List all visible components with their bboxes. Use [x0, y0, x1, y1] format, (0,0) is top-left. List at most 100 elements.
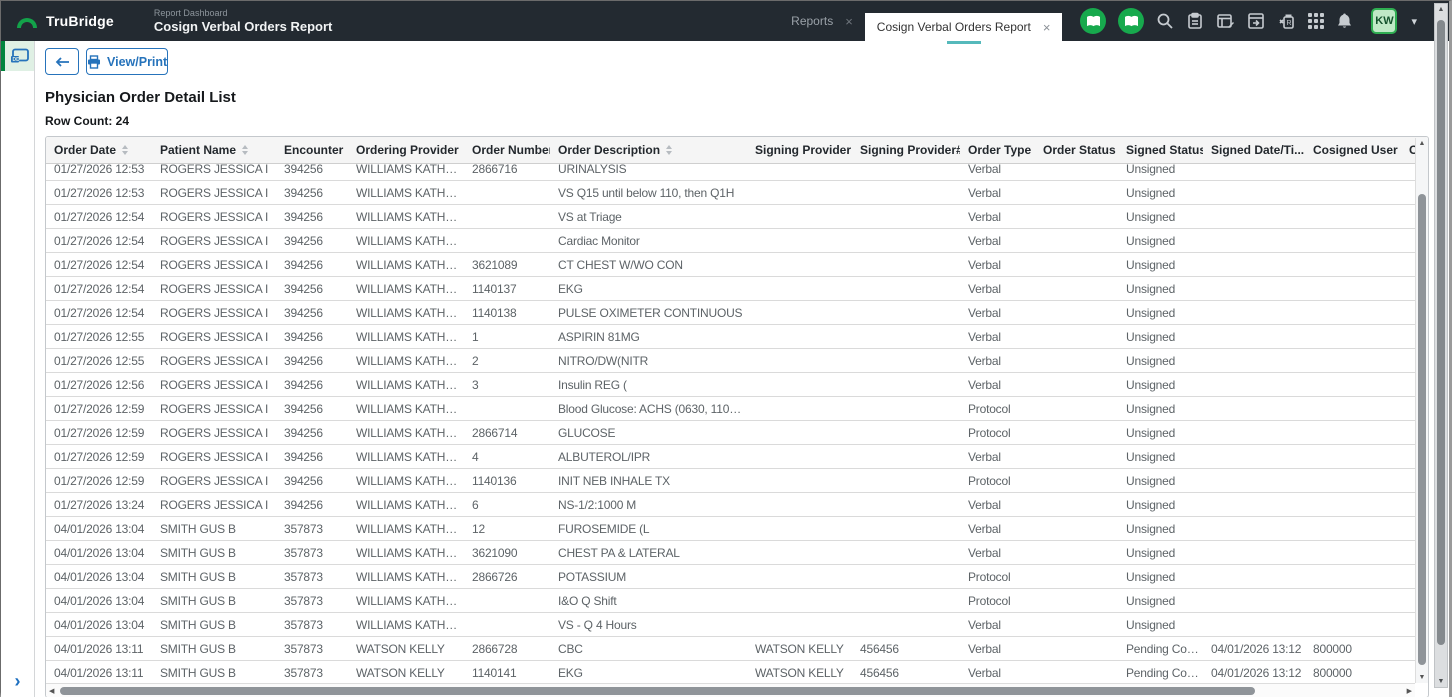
- table-row[interactable]: 01/27/2026 12:53 ROGERS JESSICA I 394256 WI…: [46, 164, 1415, 181]
- table-row[interactable]: 04/01/2026 13:11 SMITH GUS B 357873 WATSON …: [46, 661, 1415, 683]
- table-row[interactable]: 01/27/2026 12:55 ROGERS JESSICA I 394256 WI…: [46, 325, 1415, 349]
- cell-description: Insulin REG (: [558, 377, 627, 392]
- cell-patient: SMITH GUS B: [160, 521, 236, 536]
- cell-patient: ROGERS JESSICA I: [160, 353, 269, 368]
- scroll-down-icon[interactable]: ▼: [1416, 674, 1428, 681]
- apps-grid-icon[interactable]: [1308, 13, 1325, 29]
- cell-description: CHEST PA & LATERAL: [558, 545, 680, 560]
- column-header-signed_date[interactable]: Signed Date/Ti...: [1203, 137, 1305, 163]
- cell-patient: ROGERS JESSICA I: [160, 497, 269, 512]
- table-row[interactable]: 01/27/2026 12:54 ROGERS JESSICA I 394256 WI…: [46, 301, 1415, 325]
- clipboard-icon[interactable]: [1186, 12, 1204, 30]
- table-row[interactable]: 01/27/2026 12:59 ROGERS JESSICA I 394256 WI…: [46, 421, 1415, 445]
- cell-encounter: 394256: [284, 329, 323, 344]
- column-header-signed[interactable]: Signed Status: [1118, 137, 1203, 163]
- library-icon[interactable]: [1080, 8, 1107, 34]
- scroll-up-icon[interactable]: ▲: [1435, 6, 1447, 13]
- column-header-cosigned[interactable]: Cosigned User: [1305, 137, 1401, 163]
- cell-description: EKG: [558, 281, 583, 296]
- vertical-scroll-thumb[interactable]: [1418, 194, 1426, 665]
- page-title-header: Cosign Verbal Orders Report: [153, 19, 333, 34]
- row-count: Row Count: 24: [45, 114, 129, 128]
- scroll-up-icon[interactable]: ▲: [1416, 140, 1428, 147]
- table-row[interactable]: 04/01/2026 13:04 SMITH GUS B 357873 WILLIAM…: [46, 541, 1415, 565]
- cell-number: 3621089: [472, 257, 518, 272]
- cell-number: 4: [472, 449, 479, 464]
- search-icon[interactable]: [1156, 12, 1174, 30]
- back-button[interactable]: [45, 48, 79, 75]
- table-row[interactable]: 01/27/2026 12:55 ROGERS JESSICA I 394256 WI…: [46, 349, 1415, 373]
- cell-ordering: WILLIAMS KATHERINE: [356, 281, 464, 296]
- cell-signed: Unsigned: [1126, 401, 1176, 416]
- table-row[interactable]: 01/27/2026 13:24 ROGERS JESSICA I 394256 WI…: [46, 493, 1415, 517]
- cell-encounter: 394256: [284, 209, 323, 224]
- column-label: Signed Status: [1126, 143, 1203, 157]
- table-row[interactable]: 01/27/2026 12:54 ROGERS JESSICA I 394256 WI…: [46, 229, 1415, 253]
- cell-number: 1140138: [472, 305, 517, 320]
- horizontal-scroll-thumb[interactable]: [60, 687, 1255, 695]
- column-header-type[interactable]: Order Type: [960, 137, 1035, 163]
- pharmacy-icon[interactable]: R: [1278, 12, 1296, 30]
- table-row[interactable]: 01/27/2026 12:59 ROGERS JESSICA I 394256 WI…: [46, 469, 1415, 493]
- table-row[interactable]: 04/01/2026 13:11 SMITH GUS B 357873 WATSON …: [46, 637, 1415, 661]
- table-row[interactable]: 04/01/2026 13:04 SMITH GUS B 357873 WILLIAM…: [46, 613, 1415, 637]
- cell-type: Verbal: [968, 545, 1001, 560]
- scroll-right-icon[interactable]: ▶: [1407, 684, 1412, 697]
- scroll-left-icon[interactable]: ◀: [49, 684, 54, 697]
- user-avatar[interactable]: KW: [1371, 8, 1398, 34]
- tab-label: Cosign Verbal Orders Report: [876, 20, 1031, 34]
- library-alt-icon[interactable]: [1118, 8, 1145, 34]
- cell-ordering: WILLIAMS KATHERINE: [356, 473, 464, 488]
- tab-reports[interactable]: Reports ×: [779, 1, 865, 41]
- cell-ordering: WILLIAMS KATHERINE: [356, 545, 464, 560]
- cell-encounter: 394256: [284, 233, 323, 248]
- cell-signed: Unsigned: [1126, 545, 1176, 560]
- svg-text:R: R: [1287, 20, 1292, 27]
- window-vertical-scrollbar[interactable]: ▲ ▼: [1434, 3, 1448, 688]
- table-vertical-scrollbar[interactable]: ▲ ▼: [1415, 138, 1428, 683]
- table-row[interactable]: 01/27/2026 12:54 ROGERS JESSICA I 394256 WI…: [46, 253, 1415, 277]
- cell-patient: SMITH GUS B: [160, 617, 236, 632]
- column-header-encounter[interactable]: Encounter: [276, 137, 348, 163]
- tab-cosign-verbal-orders-report[interactable]: Cosign Verbal Orders Report ×: [864, 13, 1063, 41]
- cell-ordering: WILLIAMS KATHERINE: [356, 233, 464, 248]
- table-row[interactable]: 01/27/2026 12:54 ROGERS JESSICA I 394256 WI…: [46, 205, 1415, 229]
- column-header-signing[interactable]: Signing Provider: [747, 137, 852, 163]
- cell-signing_num: 456456: [860, 665, 899, 680]
- column-header-number[interactable]: Order Number: [464, 137, 550, 163]
- column-header-patient[interactable]: Patient Name: [152, 137, 276, 163]
- table-row[interactable]: 01/27/2026 12:53 ROGERS JESSICA I 394256 WI…: [46, 181, 1415, 205]
- view-print-button[interactable]: View/Print: [86, 48, 169, 75]
- close-tab-icon[interactable]: ×: [845, 15, 853, 28]
- cell-signed: Unsigned: [1126, 164, 1176, 176]
- cell-date: 01/27/2026 12:54: [54, 209, 145, 224]
- column-header-ordering[interactable]: Ordering Provider: [348, 137, 464, 163]
- column-header-status[interactable]: Order Status: [1035, 137, 1118, 163]
- table-row[interactable]: 04/01/2026 13:04 SMITH GUS B 357873 WILLIAM…: [46, 565, 1415, 589]
- table-row[interactable]: 04/01/2026 13:04 SMITH GUS B 357873 WILLIAM…: [46, 589, 1415, 613]
- notifications-bell-icon[interactable]: [1336, 12, 1353, 30]
- document-export-icon[interactable]: [1247, 12, 1266, 30]
- table-row[interactable]: 01/27/2026 12:59 ROGERS JESSICA I 394256 WI…: [46, 445, 1415, 469]
- report-edit-icon[interactable]: [1216, 12, 1235, 30]
- sidebar-item-report-dashboard[interactable]: DD: [1, 41, 34, 71]
- column-header-signing_num[interactable]: Signing Provider#: [852, 137, 960, 163]
- column-header-description[interactable]: Order Description: [550, 137, 747, 163]
- window-scroll-thumb[interactable]: [1437, 20, 1445, 645]
- column-header-date[interactable]: Order Date: [46, 137, 152, 163]
- scroll-down-icon[interactable]: ▼: [1435, 678, 1447, 685]
- table-row[interactable]: 01/27/2026 12:59 ROGERS JESSICA I 394256 WI…: [46, 397, 1415, 421]
- table-row[interactable]: 01/27/2026 12:54 ROGERS JESSICA I 394256 WI…: [46, 277, 1415, 301]
- table-horizontal-scrollbar[interactable]: ◀ ▶: [46, 683, 1415, 697]
- chevron-down-icon[interactable]: ▾: [1411, 15, 1417, 28]
- sidebar-expand-chevron[interactable]: ›: [1, 668, 34, 697]
- close-tab-icon[interactable]: ×: [1043, 21, 1051, 34]
- cell-signed: Unsigned: [1126, 497, 1176, 512]
- cell-date: 04/01/2026 13:04: [54, 593, 145, 608]
- column-label: Encounter: [284, 143, 344, 157]
- tab-label: Reports: [791, 14, 834, 28]
- tab-bar: Reports × Cosign Verbal Orders Report ×: [779, 1, 1063, 41]
- table-row[interactable]: 01/27/2026 12:56 ROGERS JESSICA I 394256 WI…: [46, 373, 1415, 397]
- table-row[interactable]: 04/01/2026 13:04 SMITH GUS B 357873 WILLIAM…: [46, 517, 1415, 541]
- cell-date: 04/01/2026 13:04: [54, 569, 145, 584]
